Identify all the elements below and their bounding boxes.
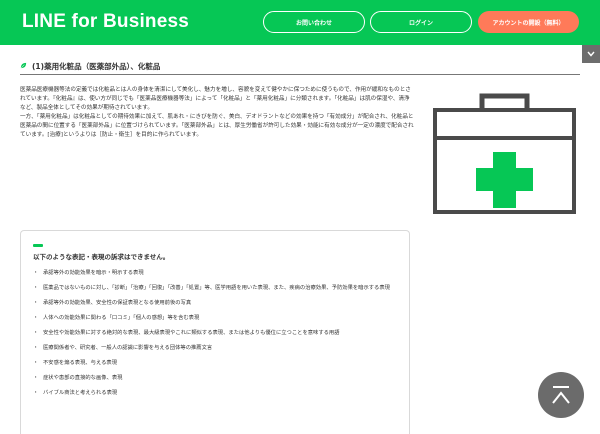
list-item: 不安感を煽る表現、与える表現 xyxy=(33,359,405,367)
section-title: (1)薬用化粧品（医薬部外品）、化粧品 xyxy=(32,62,161,71)
leaf-icon xyxy=(20,62,27,69)
list-item: 安全性や効能効果に対する絶対的な表現、最大級表現やこれに類似する表現、または他よ… xyxy=(33,329,405,337)
list-item: 症状や患部の直接的な画像、表現 xyxy=(33,374,405,382)
list-item: 承認等外の効能効果、安全性の保証表現となる使用前後の写真 xyxy=(33,299,405,307)
signup-button[interactable]: アカウントの開設（無料） xyxy=(478,11,579,33)
chevron-down-icon[interactable] xyxy=(582,45,600,63)
list-item: 承認等外の効能効果を暗示・明示する表現 xyxy=(33,269,405,277)
brand-logo[interactable]: LINE for Business xyxy=(22,11,189,33)
login-button[interactable]: ログイン xyxy=(370,11,472,33)
list-item: 医療関係者や、研究者、一般人の認識に影響を与える団体等の推薦文言 xyxy=(33,344,405,352)
notice-box: 以下のような表記・表現の訴求はできません。 承認等外の効能効果を暗示・明示する表… xyxy=(20,230,410,434)
notice-accent xyxy=(33,244,43,247)
arrow-up-icon xyxy=(552,386,570,404)
list-item: 医薬品ではないものに対し、「診断」「治療」「回復」「改善」「処置」等、医学用語を… xyxy=(33,284,405,292)
list-item: 人体への効能効果に関わる「口コミ」「個人の感想」等を含む表現 xyxy=(33,314,405,322)
body-paragraph: 一方、「薬用化粧品」は化粧品としての期待効果に加えて、肌あれ・にきびを防ぐ、美白… xyxy=(20,114,414,138)
first-aid-kit-icon xyxy=(433,93,576,214)
header-bar: LINE for Business お問い合わせ ログイン アカウントの開設（無… xyxy=(0,0,600,45)
list-item: バイブル商法と考えられる表現 xyxy=(33,389,405,397)
body-paragraph: 医薬品医療機器等法の定義では化粧品とは人の身体を清潔にして美化し、魅力を増し、容… xyxy=(20,87,411,111)
scroll-top-button[interactable] xyxy=(538,372,584,418)
contact-button[interactable]: お問い合わせ xyxy=(263,11,365,33)
notice-title: 以下のような表記・表現の訴求はできません。 xyxy=(33,253,170,261)
section-header: (1)薬用化粧品（医薬部外品）、化粧品 xyxy=(20,61,580,75)
notice-list: 承認等外の効能効果を暗示・明示する表現 医薬品ではないものに対し、「診断」「治療… xyxy=(33,269,405,404)
section-body: 医薬品医療機器等法の定義では化粧品とは人の身体を清潔にして美化し、魅力を増し、容… xyxy=(20,86,415,140)
